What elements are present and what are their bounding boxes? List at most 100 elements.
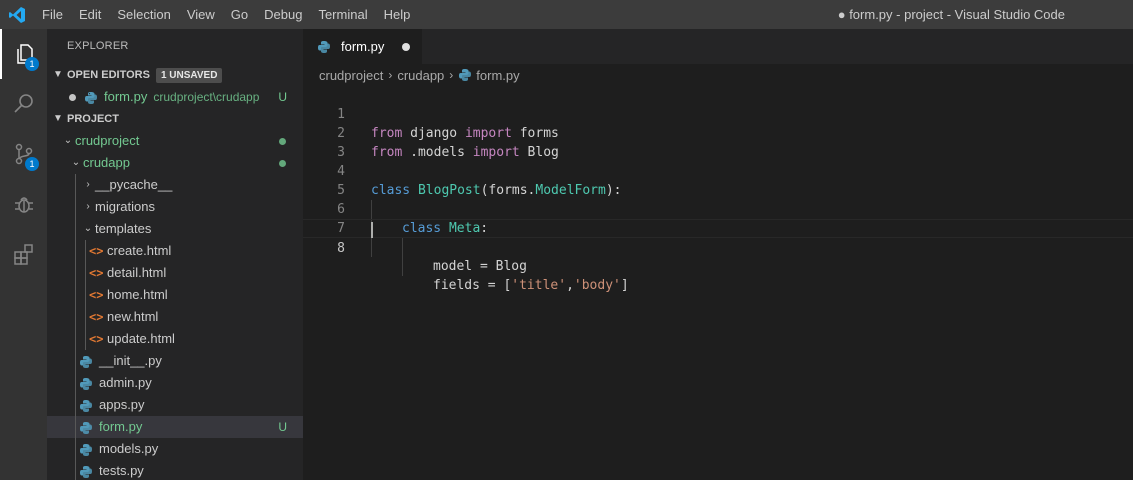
file-name: __init__.py: [99, 353, 162, 368]
explorer-badge: 1: [25, 57, 39, 71]
source-control-button[interactable]: 1: [0, 129, 47, 179]
file-item[interactable]: admin.py: [47, 372, 303, 394]
git-modified-dot-icon: [279, 160, 286, 167]
tab-label: form.py: [341, 39, 385, 54]
search-button[interactable]: [0, 79, 47, 129]
text-cursor: [371, 222, 373, 238]
chevron-down-icon: ⌄: [83, 223, 93, 234]
unsaved-dot-icon[interactable]: [402, 43, 410, 51]
python-file-icon: [458, 68, 472, 82]
code-editor[interactable]: 1 from django import forms 2 from .model…: [303, 86, 1133, 480]
html-file-icon: <>: [89, 266, 104, 280]
code-line[interactable]: 6 model = Blog: [303, 181, 1133, 274]
folder-name: migrations: [95, 199, 155, 214]
debug-button[interactable]: [0, 179, 47, 229]
breadcrumb: crudproject › crudapp › form.py: [303, 64, 1133, 86]
open-editor-name: form.py: [104, 89, 148, 104]
folder-item[interactable]: ⌄ crudapp: [47, 152, 303, 174]
folder-name: __pycache__: [95, 177, 173, 192]
breadcrumb-item[interactable]: crudapp: [397, 68, 444, 83]
tree-indent-guide: [75, 284, 76, 306]
menu-edit[interactable]: Edit: [71, 0, 109, 29]
python-file-icon: [84, 90, 98, 104]
tree-indent-guide: [75, 218, 76, 240]
code-line[interactable]: 5 class Meta:: [303, 162, 1133, 236]
debug-icon: [12, 192, 36, 216]
file-name: admin.py: [99, 375, 152, 390]
code-line-current[interactable]: 8: [303, 219, 1133, 256]
open-editor-item[interactable]: form.py crudproject\crudapp U: [47, 86, 303, 108]
file-name: detail.html: [107, 265, 167, 280]
code-line[interactable]: 2 from .models import Blog: [303, 105, 1133, 160]
extensions-button[interactable]: [0, 229, 47, 279]
code-line[interactable]: 1 from django import forms: [303, 86, 1133, 141]
file-item-selected[interactable]: form.py U: [47, 416, 303, 438]
unsaved-badge: 1 UNSAVED: [155, 67, 223, 83]
folder-item[interactable]: ⌄ crudproject: [47, 130, 303, 152]
window-title: ● form.py - project - Visual Studio Code: [837, 7, 1065, 22]
folder-item[interactable]: ⌄ templates: [47, 218, 303, 240]
open-editors-header[interactable]: ▼ OPEN EDITORS 1 UNSAVED: [47, 64, 303, 86]
file-item[interactable]: __init__.py: [47, 350, 303, 372]
python-file-icon: [79, 442, 93, 456]
file-item[interactable]: models.py: [47, 438, 303, 460]
file-item[interactable]: <> detail.html: [47, 262, 303, 284]
breadcrumb-item[interactable]: form.py: [476, 68, 519, 83]
chevron-down-icon: ▼: [53, 69, 63, 80]
chevron-right-icon: ›: [86, 201, 90, 212]
file-item[interactable]: tests.py: [47, 460, 303, 480]
file-item[interactable]: <> create.html: [47, 240, 303, 262]
chevron-down-icon: ⌄: [71, 157, 81, 168]
project-header[interactable]: ▼ PROJECT: [47, 108, 303, 130]
chevron-right-icon: ›: [86, 179, 90, 190]
tree-indent-guide: [75, 350, 76, 372]
file-name: new.html: [107, 309, 159, 324]
editor-tab-bar: form.py: [303, 29, 1133, 64]
tab-form-py[interactable]: form.py: [303, 29, 422, 64]
file-name: home.html: [107, 287, 168, 302]
open-editors-label: OPEN EDITORS: [67, 69, 150, 81]
tree-indent-guide: [85, 328, 86, 350]
tree-indent-guide: [75, 460, 76, 480]
tree-indent-guide: [75, 372, 76, 394]
sidebar-title: EXPLORER: [67, 40, 129, 52]
explorer-sidebar: EXPLORER ▼ OPEN EDITORS 1 UNSAVED form.p…: [47, 29, 303, 480]
menu-file[interactable]: File: [34, 0, 71, 29]
menu-help[interactable]: Help: [376, 0, 419, 29]
chevron-down-icon: ▼: [53, 113, 63, 124]
folder-item[interactable]: › __pycache__: [47, 174, 303, 196]
unsaved-dot-icon[interactable]: [69, 93, 76, 101]
menu-view[interactable]: View: [179, 0, 223, 29]
html-file-icon: <>: [89, 244, 104, 258]
tree-indent-guide: [75, 306, 76, 328]
file-name: apps.py: [99, 397, 145, 412]
file-item[interactable]: <> home.html: [47, 284, 303, 306]
tree-indent-guide: [75, 196, 76, 218]
code-line[interactable]: 4 class BlogPost(forms.ModelForm):: [303, 143, 1133, 198]
file-name: models.py: [99, 441, 159, 456]
folder-name: crudapp: [83, 155, 130, 170]
chevron-right-icon: ›: [449, 68, 454, 82]
chevron-down-icon: ⌄: [63, 135, 73, 146]
breadcrumb-item[interactable]: crudproject: [319, 68, 383, 83]
code-line[interactable]: 7 fields = ['title','body']: [303, 200, 1133, 293]
tree-indent-guide: [85, 262, 86, 284]
html-file-icon: <>: [89, 288, 104, 302]
explorer-button[interactable]: 1: [0, 29, 47, 79]
tree-indent-guide: [75, 174, 76, 196]
tree-indent-guide: [85, 284, 86, 306]
file-item[interactable]: <> update.html: [47, 328, 303, 350]
open-editor-path: crudproject\crudapp: [153, 90, 260, 104]
menu-debug[interactable]: Debug: [256, 0, 310, 29]
html-file-icon: <>: [89, 332, 104, 346]
file-item[interactable]: <> new.html: [47, 306, 303, 328]
file-item[interactable]: apps.py: [47, 394, 303, 416]
menu-go[interactable]: Go: [223, 0, 256, 29]
tree-indent-guide: [85, 306, 86, 328]
folder-item[interactable]: › migrations: [47, 196, 303, 218]
menu-terminal[interactable]: Terminal: [310, 0, 375, 29]
folder-name: crudproject: [75, 133, 140, 148]
code-line[interactable]: 3: [303, 124, 1133, 160]
git-status-untracked: U: [278, 90, 287, 104]
menu-selection[interactable]: Selection: [109, 0, 178, 29]
